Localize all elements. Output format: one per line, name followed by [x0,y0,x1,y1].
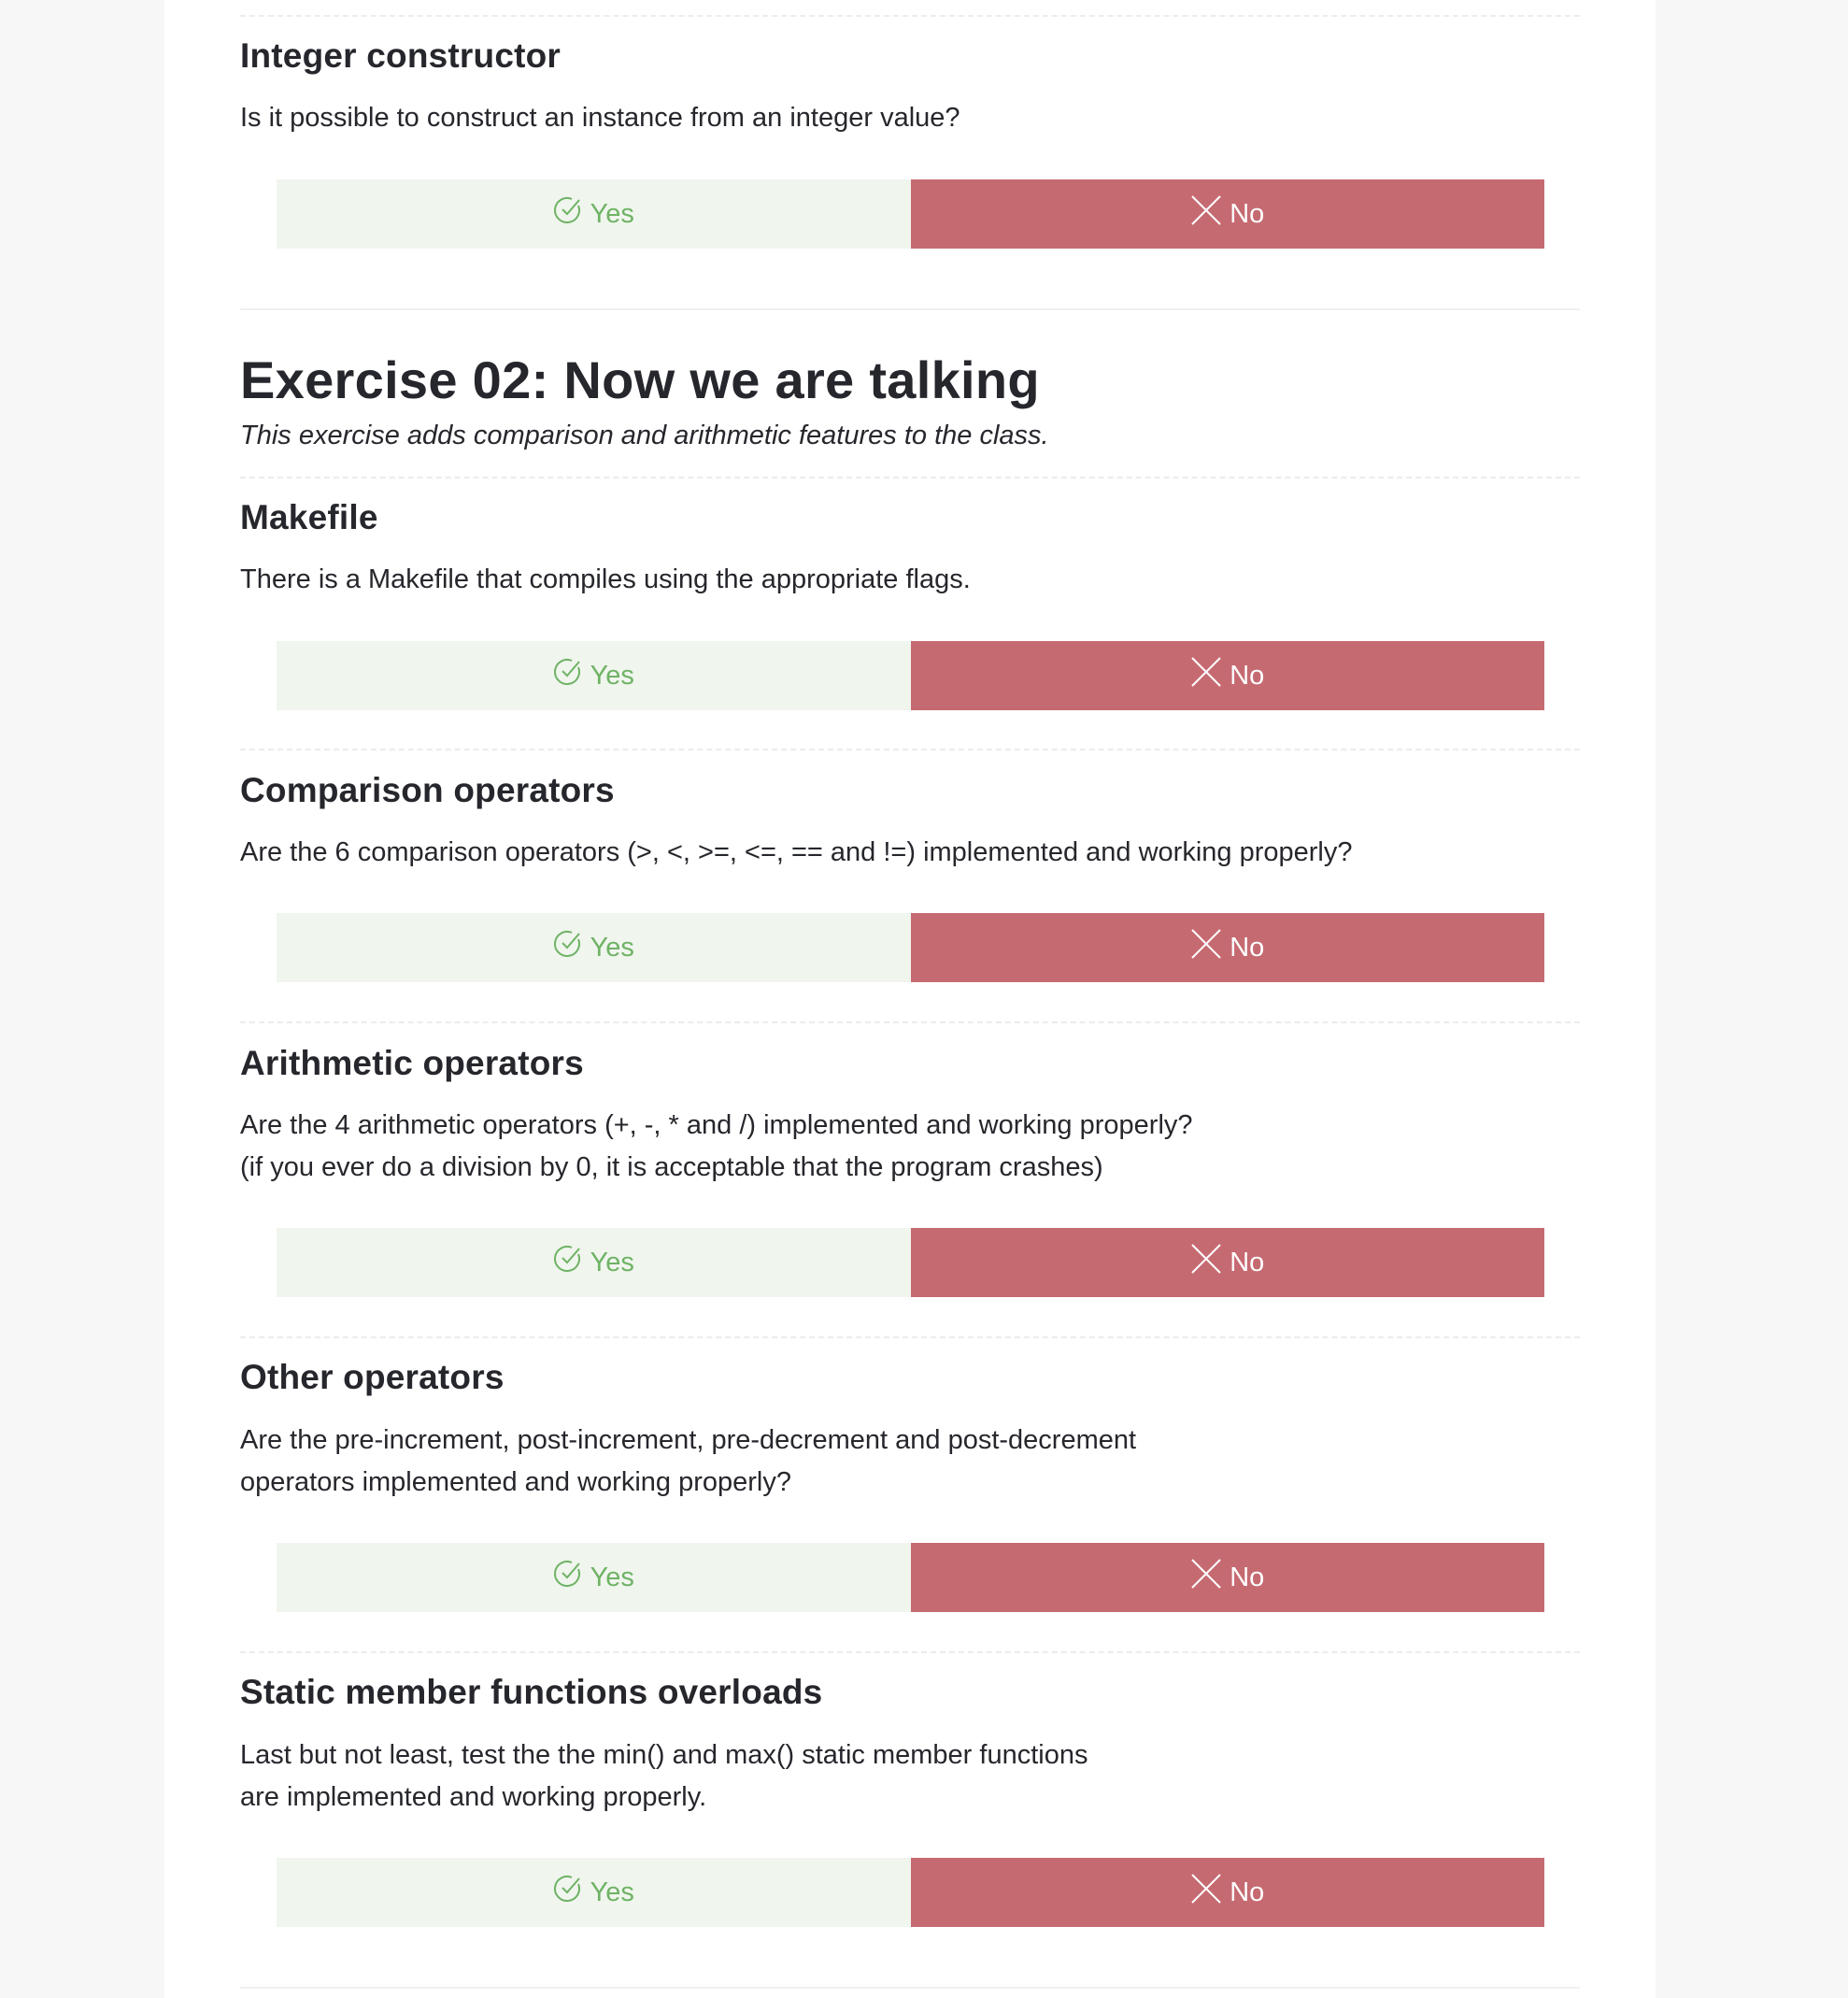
no-label: No [1230,1562,1265,1592]
check-circle-icon [553,1561,580,1587]
check-circle-icon [553,931,580,957]
yes-button[interactable]: Yes [277,1858,911,1927]
no-button[interactable]: No [910,179,1544,249]
section-divider [240,15,1580,17]
check-circle-icon [553,1876,580,1902]
no-label: No [1230,1877,1265,1907]
check-circle-icon [553,1246,580,1272]
no-button[interactable]: No [910,1228,1544,1297]
no-button[interactable]: No [910,641,1544,710]
description-line: Are the pre-increment, post-increment, p… [240,1425,1137,1455]
no-button[interactable]: No [910,1858,1544,1927]
yes-button[interactable]: Yes [277,913,911,982]
question-description: There is a Makefile that compiles using … [240,559,1580,601]
answer-buttons: Yes No [277,1543,1544,1612]
section-divider [240,1021,1580,1023]
question-title: Other operators [240,1358,505,1396]
yes-button[interactable]: Yes [277,1228,911,1297]
x-icon [1191,929,1221,959]
yes-label: Yes [590,932,634,963]
answer-buttons: Yes No [277,179,1544,249]
x-icon [1191,657,1221,687]
no-label: No [1230,660,1265,691]
yes-button[interactable]: Yes [277,641,911,710]
question-title: Makefile [240,498,378,536]
question-title: Integer constructor [240,36,562,75]
no-label: No [1230,1247,1265,1277]
section-divider [240,1987,1580,1989]
yes-button[interactable]: Yes [277,1543,911,1612]
answer-buttons: Yes No [277,1858,1544,1927]
no-label: No [1230,932,1265,963]
x-icon [1191,1874,1221,1904]
question-title: Arithmetic operators [240,1044,584,1082]
description-line: Are the 6 comparison operators (>, <, >=… [240,837,1353,867]
question-description: Is it possible to construct an instance … [240,97,1580,139]
yes-label: Yes [590,198,634,229]
x-icon [1191,1244,1221,1274]
exercise-title: Exercise 02: Now we are talking [240,350,1040,409]
description-line: operators implemented and working proper… [240,1467,791,1497]
question-description: Last but not least, test the the min() a… [240,1734,1580,1819]
question-description: Are the 4 arithmetic operators (+, -, * … [240,1105,1580,1189]
question-description: Are the 6 comparison operators (>, <, >=… [240,832,1580,874]
description-line: are implemented and working properly. [240,1782,707,1812]
description-line: Last but not least, test the the min() a… [240,1740,1088,1770]
check-circle-icon [553,659,580,685]
yes-label: Yes [590,1562,634,1592]
exercise-divider [240,308,1580,310]
description-line: (if you ever do a division by 0, it is a… [240,1152,1103,1182]
description-line: There is a Makefile that compiles using … [240,564,971,594]
answer-buttons: Yes No [277,1228,1544,1297]
yes-label: Yes [590,660,634,691]
section-divider [240,1651,1580,1653]
exercise-subtitle: This exercise adds comparison and arithm… [240,421,1049,450]
check-circle-icon [553,197,580,223]
question-description: Are the pre-increment, post-increment, p… [240,1420,1580,1504]
yes-label: Yes [590,1877,634,1907]
section-divider [240,1336,1580,1338]
section-divider [240,477,1580,478]
no-label: No [1230,198,1265,229]
x-icon [1191,1559,1221,1589]
yes-label: Yes [590,1247,634,1277]
description-line: Are the 4 arithmetic operators (+, -, * … [240,1110,1193,1140]
description-line: Is it possible to construct an instance … [240,103,960,133]
evaluation-page: Integer constructor Is it possible to co… [164,0,1656,1998]
no-button[interactable]: No [910,1543,1544,1612]
question-title: Static member functions overloads [240,1673,823,1711]
x-icon [1191,195,1221,225]
answer-buttons: Yes No [277,913,1544,982]
yes-button[interactable]: Yes [277,179,911,249]
answer-buttons: Yes No [277,641,1544,710]
section-divider [240,749,1580,750]
no-button[interactable]: No [910,913,1544,982]
question-title: Comparison operators [240,771,615,809]
